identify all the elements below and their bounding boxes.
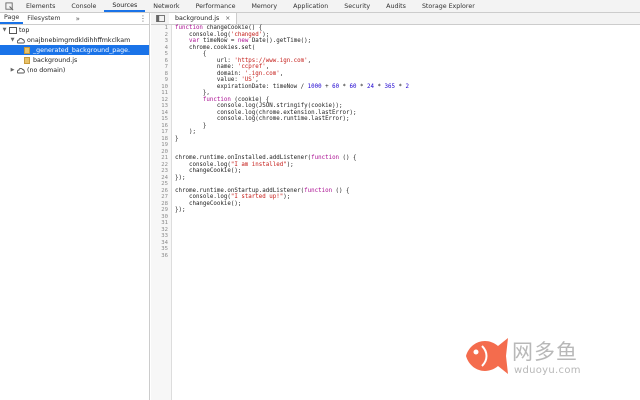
close-icon[interactable]: × — [225, 15, 230, 22]
line-number-gutter: 1 2 3 4 5 6 7 8 9 10 11 12 13 14 15 16 17 18 19 20 21 22 23 24 2… — [151, 25, 172, 400]
watermark: 网多鱼 wduoyu.com — [460, 330, 636, 390]
tab-elements[interactable]: Elements — [18, 0, 63, 12]
toggle-navigator-icon[interactable] — [151, 13, 169, 24]
tab-page[interactable]: Page — [0, 13, 24, 24]
collapse-arrow-icon[interactable]: ▼ — [1, 27, 8, 33]
tree-item[interactable]: ▼ top — [0, 25, 149, 35]
tab-network[interactable]: Network — [145, 0, 187, 12]
tree-item-label: (no domain) — [27, 66, 66, 74]
cloud-icon — [16, 36, 25, 44]
line-number: 36 — [161, 252, 168, 259]
tree-item[interactable]: ▶ (no domain) — [0, 65, 149, 75]
tree-item-label: _generated_background_page. — [33, 46, 130, 54]
file-tree: ▼ top ▼ onajbnebimgmdkldihhffmkclkam _genera… — [0, 25, 149, 75]
tab-performance[interactable]: Performance — [188, 0, 244, 12]
tab-memory[interactable]: Memory — [243, 0, 285, 12]
fish-logo-icon — [466, 338, 508, 374]
tab-audits[interactable]: Audits — [378, 0, 414, 12]
file-icon — [24, 56, 30, 64]
tree-item-label: onajbnebimgmdkldihhffmkclkam — [27, 36, 131, 44]
tree-item[interactable]: _generated_background_page. — [0, 45, 149, 55]
more-tabs-icon[interactable]: » — [71, 13, 85, 24]
devtools-toolbar: Elements Console Sources Network Performance… — [0, 0, 640, 13]
collapse-arrow-icon[interactable]: ▼ — [9, 37, 16, 43]
cloud-icon — [16, 66, 25, 74]
tab-security[interactable]: Security — [336, 0, 378, 12]
watermark-url: wduoyu.com — [514, 365, 581, 376]
file-icon — [24, 46, 30, 54]
tree-item-label: background.js — [33, 56, 78, 64]
navigator-menu-icon[interactable]: ⋮ — [137, 13, 149, 24]
editor-tab-bar: background.js × — [151, 13, 640, 25]
tree-item-label: top — [19, 26, 30, 34]
navigator-panel: Page Filesystem » ⋮ ▼ top ▼ onajbnebimgmdkl… — [0, 13, 150, 400]
navigator-tabs: Page Filesystem » ⋮ — [0, 13, 149, 25]
tree-item[interactable]: ▼ onajbnebimgmdkldihhffmkclkam — [0, 35, 149, 45]
watermark-title: 网多鱼 — [512, 340, 578, 364]
tab-sources[interactable]: Sources — [104, 0, 146, 12]
expand-arrow-icon[interactable]: ▶ — [9, 67, 16, 73]
inspect-element-icon[interactable] — [0, 0, 18, 12]
code-editor[interactable]: function changeCookie() { console.log('c… — [175, 25, 635, 259]
tab-application[interactable]: Application — [285, 0, 336, 12]
devtools-tabs: Elements Console Sources Network Performance… — [18, 0, 483, 12]
tab-filesystem[interactable]: Filesystem — [23, 13, 64, 24]
tab-storage-explorer[interactable]: Storage Explorer — [414, 0, 483, 12]
tab-console[interactable]: Console — [63, 0, 104, 12]
file-tab-label: background.js — [175, 15, 220, 22]
frame-icon — [8, 26, 17, 34]
tree-item[interactable]: background.js — [0, 55, 149, 65]
editor-file-tab[interactable]: background.js × — [169, 13, 238, 24]
